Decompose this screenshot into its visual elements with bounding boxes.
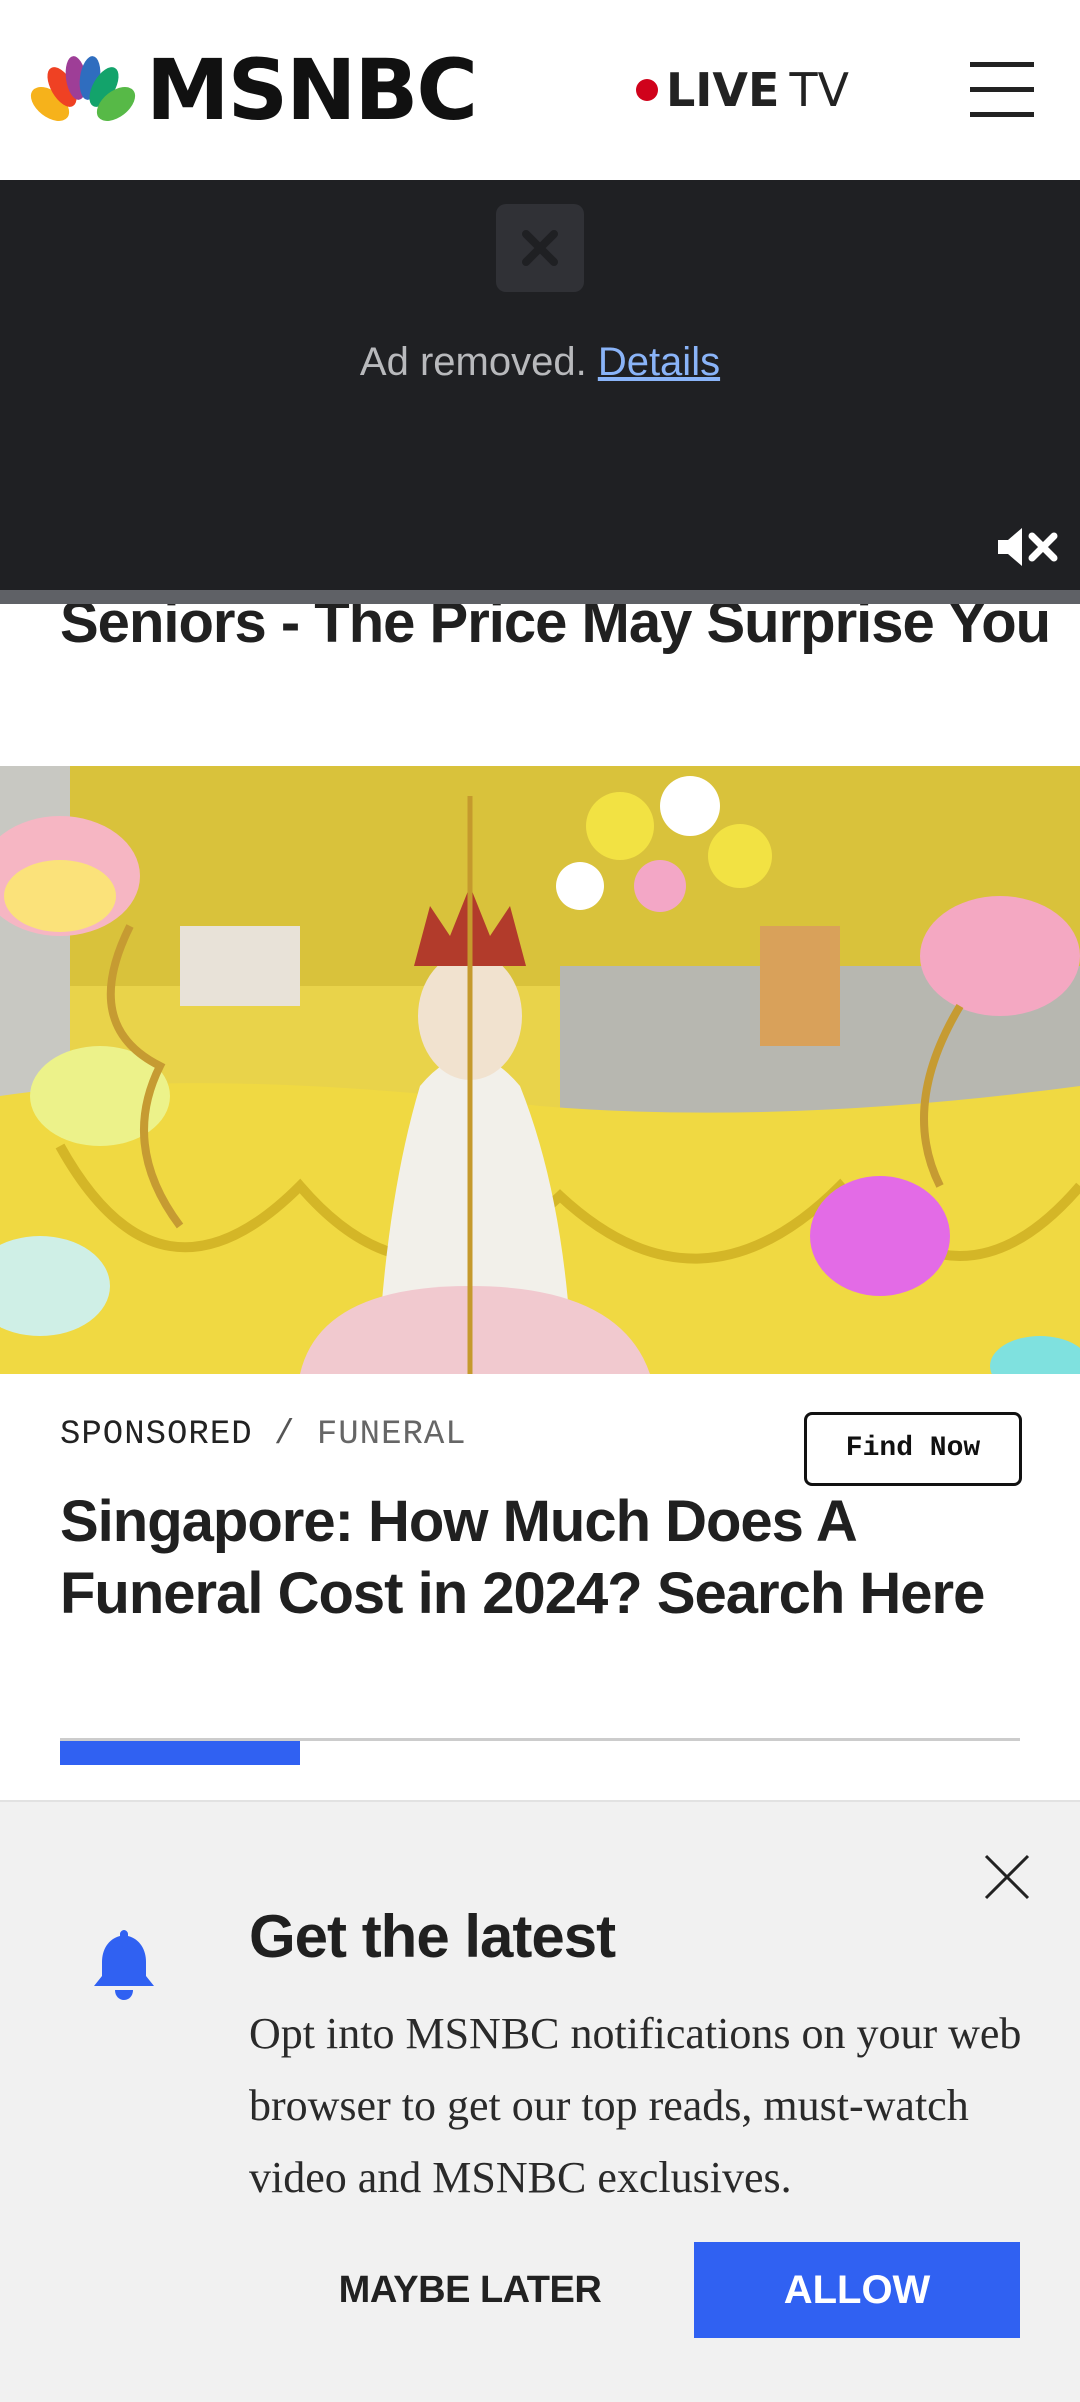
tag-separator: / (274, 1416, 296, 1454)
close-icon[interactable] (982, 1852, 1032, 1902)
video-player[interactable]: Ad removed. Details (0, 180, 1080, 590)
live-dot-icon (636, 79, 658, 101)
category-label: FUNERAL (316, 1416, 467, 1454)
ad-details-link[interactable]: Details (598, 340, 720, 384)
ad-removed-message: Ad removed. Details (0, 340, 1080, 385)
video-progress-track[interactable] (0, 590, 1080, 604)
live-tv-link[interactable]: LIVE TV (636, 62, 849, 118)
find-now-button[interactable]: Find Now (804, 1412, 1022, 1486)
maybe-later-button[interactable]: MAYBE LATER (300, 2242, 640, 2338)
volume-mute-icon[interactable] (996, 526, 1060, 568)
tv-label: TV (789, 63, 850, 117)
sponsored-title[interactable]: Singapore: How Much Does A Funeral Cost … (60, 1486, 1020, 1630)
sponsored-image[interactable] (0, 766, 1080, 1374)
carousel-progress-fill (60, 1741, 300, 1765)
hamburger-menu-icon[interactable] (970, 60, 1034, 118)
brand-wordmark: MSNBC (146, 41, 478, 139)
peacock-icon (30, 56, 136, 126)
prompt-title: Get the latest (249, 1903, 616, 1970)
allow-button[interactable]: ALLOW (694, 2242, 1020, 2338)
prompt-body: Opt into MSNBC notifications on your web… (249, 2009, 1022, 2202)
ad-removed-icon (496, 204, 584, 292)
sponsored-label: SPONSORED (60, 1416, 253, 1454)
sponsored-tag: SPONSORED / FUNERAL (60, 1416, 467, 1454)
live-label: LIVE (666, 63, 780, 117)
site-header: MSNBC LIVE TV (0, 0, 1080, 180)
msnbc-logo[interactable]: MSNBC (28, 41, 488, 139)
bell-icon (88, 1926, 160, 2002)
ad-removed-text: Ad removed. (359, 340, 587, 384)
